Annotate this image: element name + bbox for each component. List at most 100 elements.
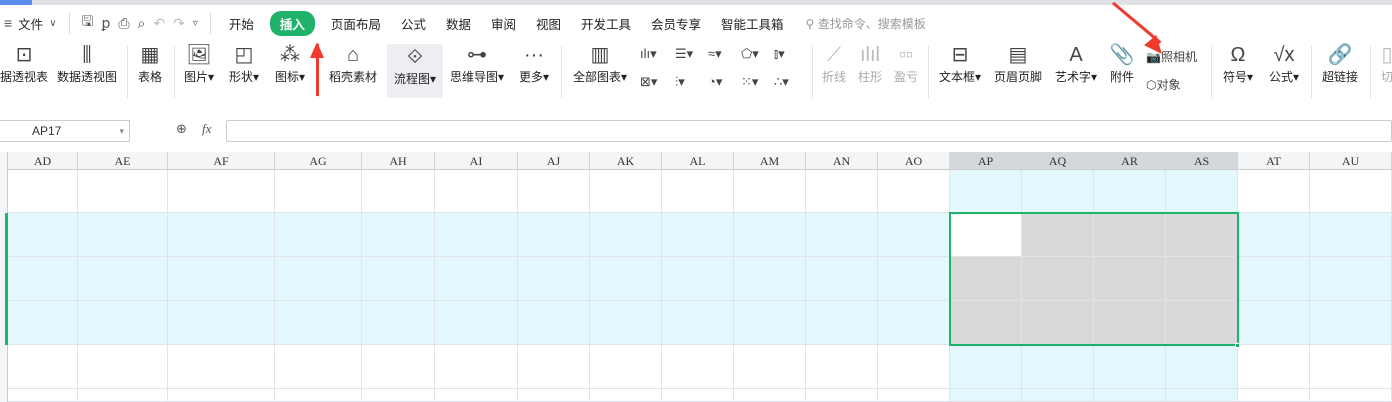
cell[interactable] [662,213,734,257]
cell[interactable] [734,389,806,402]
tab-formulas[interactable]: 公式 [391,14,436,33]
cell[interactable] [1238,213,1310,257]
cell[interactable] [362,257,435,301]
hyperlink-button[interactable]: 🔗 超链接 [1320,42,1360,85]
column-header-ah[interactable]: AH [362,152,435,170]
tab-insert[interactable]: 插入 [269,10,315,36]
cell[interactable] [1238,389,1310,402]
area-chart-icon[interactable]: ⊠▾ [640,74,657,90]
cell[interactable] [1094,345,1166,389]
tab-view[interactable]: 视图 [526,14,571,33]
cell[interactable] [8,345,78,389]
tab-data[interactable]: 数据 [436,14,481,33]
file-menu[interactable]: 文件 [16,14,45,33]
cell[interactable] [362,170,435,213]
cell[interactable] [590,345,662,389]
cell[interactable] [435,170,518,213]
cell[interactable] [168,301,275,345]
cell[interactable] [950,345,1022,389]
cell[interactable] [806,389,878,402]
cell[interactable] [435,257,518,301]
column-header-aq[interactable]: AQ [1022,152,1094,170]
zoom-icon[interactable]: ⊕ [176,121,187,137]
table-button[interactable]: ▦ 表格 [134,42,166,85]
daoke-material-button[interactable]: ⌂ 稻壳素材 [328,42,378,85]
cell[interactable] [806,345,878,389]
tab-page-layout[interactable]: 页面布局 [321,14,391,33]
formula-input[interactable] [226,120,1392,142]
cell[interactable] [590,389,662,402]
column-header-at[interactable]: AT [1238,152,1310,170]
bubble-chart-icon[interactable]: ∴▾ [774,74,789,90]
name-box[interactable]: AP17 ▾ [0,120,130,142]
cell[interactable] [1094,389,1166,402]
cell[interactable] [878,389,950,402]
cell[interactable] [78,257,168,301]
sparkline-column-button[interactable]: ılıl 柱形 [854,42,886,85]
cell[interactable] [1022,345,1094,389]
cell[interactable] [1310,301,1392,345]
scatter-chart-icon[interactable]: ⁙▾ [741,74,758,90]
cell[interactable] [275,257,362,301]
column-header-an[interactable]: AN [806,152,878,170]
attachment-button[interactable]: 📎 附件 [1108,42,1136,85]
column-header-ao[interactable]: AO [878,152,950,170]
cell[interactable] [78,170,168,213]
column-header-as[interactable]: AS [1166,152,1238,170]
cell[interactable] [1166,170,1238,213]
pivot-chart-button[interactable]: ⫼ 数据透视图 [56,42,118,85]
cell[interactable] [435,301,518,345]
cell[interactable] [878,345,950,389]
cell[interactable] [518,345,590,389]
cell[interactable] [1310,213,1392,257]
radar-chart-icon[interactable]: ⬠▾ [741,46,759,62]
cell[interactable] [8,389,78,402]
column-header-au[interactable]: AU [1310,152,1392,170]
cell[interactable] [78,213,168,257]
column-header-ag[interactable]: AG [275,152,362,170]
tab-review[interactable]: 审阅 [481,14,526,33]
cell[interactable] [878,170,950,213]
cell[interactable] [1310,389,1392,402]
column-header-am[interactable]: AM [734,152,806,170]
cell[interactable] [275,301,362,345]
format-painter-icon[interactable]: ꝑ [101,15,110,32]
tab-toolbox[interactable]: 智能工具箱 [711,14,794,33]
line-chart-icon[interactable]: ≈▾ [708,46,722,62]
cell[interactable] [435,389,518,402]
cell[interactable] [518,257,590,301]
cell[interactable] [275,170,362,213]
cell[interactable] [950,389,1022,402]
cell[interactable] [734,301,806,345]
redo-icon[interactable]: ↷ [173,15,185,32]
cell[interactable] [806,301,878,345]
cell[interactable] [78,345,168,389]
more-button[interactable]: ··· 更多▾ [516,42,552,85]
cell[interactable] [806,257,878,301]
mindmap-button[interactable]: ⊶ 思维导图▾ [448,42,506,85]
print-preview-icon[interactable]: ⌕ [138,15,146,32]
column-header-ad[interactable]: AD [8,152,78,170]
cell[interactable] [662,389,734,402]
column-chart-icon[interactable]: ılı▾ [640,46,657,62]
cell[interactable] [8,257,78,301]
cell[interactable] [734,213,806,257]
flowchart-button[interactable]: ⟐ 流程图▾ [387,44,443,98]
column-header-ai[interactable]: AI [435,152,518,170]
cell[interactable] [275,213,362,257]
fx-icon[interactable]: fx [202,121,211,137]
cell[interactable] [275,389,362,402]
cell[interactable] [362,389,435,402]
cell[interactable] [8,213,78,257]
cell[interactable] [662,301,734,345]
sparkline-winloss-button[interactable]: ▫▫ 盈亏 [890,42,922,85]
cell[interactable] [518,170,590,213]
cell[interactable] [518,389,590,402]
tab-member[interactable]: 会员专享 [641,14,711,33]
fill-handle[interactable] [1235,343,1240,348]
spreadsheet-grid[interactable]: AD AE AF AG AH AI AJ AK AL AM AN AO AP AQ AR AS AT AU [0,152,1392,402]
stock-chart-icon[interactable]: ⫾▾ [774,46,785,62]
combo-chart-icon[interactable]: ⫶▾ [675,74,685,90]
tab-developer[interactable]: 开发工具 [571,14,641,33]
cell[interactable] [590,257,662,301]
